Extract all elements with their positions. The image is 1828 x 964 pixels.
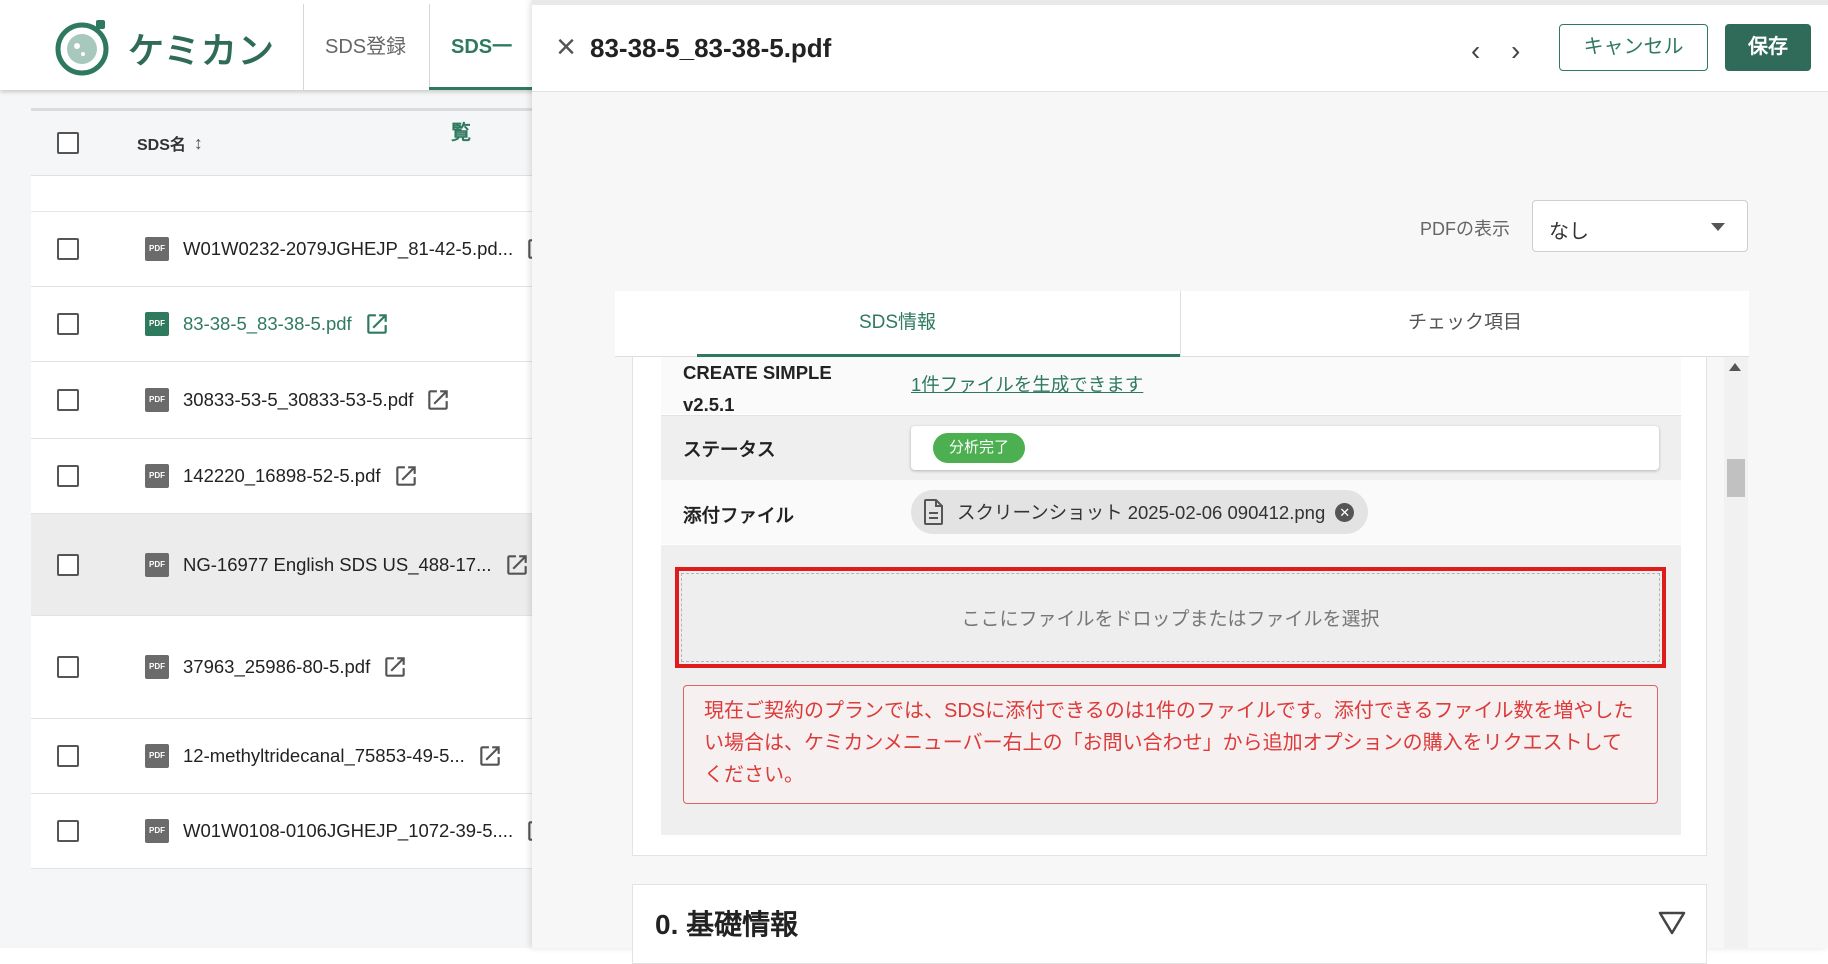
open-external-icon[interactable] [364,311,390,337]
pdf-file-icon: PDF [145,655,169,679]
file-name[interactable]: 37963_25986-80-5.pdf [183,656,370,678]
column-header-label: SDS名 [137,137,186,154]
table-row[interactable]: PDF NG-16977 English SDS US_488-17... [31,514,532,616]
file-name[interactable]: W01W0108-0106JGHEJP_1072-39-5.... [183,820,513,842]
pdf-file-icon: PDF [145,388,169,412]
logo[interactable]: ケミカン [52,18,275,78]
create-simple-row: CREATE SIMPLE v2.5.1 1件ファイルを生成できます [661,357,1681,415]
dropzone-text: ここにファイルをドロップまたはファイルを選択 [961,609,1380,630]
scrollbar[interactable] [1724,357,1748,948]
pdf-file-icon: PDF [145,552,169,577]
table-row[interactable]: PDF 30833-53-5_30833-53-5.pdf [31,362,532,439]
logo-mark-icon [55,20,109,76]
file-name[interactable]: 30833-53-5_30833-53-5.pdf [183,389,413,411]
status-label: ステータス [683,439,776,460]
table-row[interactable]: PDF 142220_16898-52-5.pdf [31,439,532,514]
row-checkbox[interactable] [57,238,79,260]
status-row: ステータス 分析完了 [661,415,1681,481]
expand-triangle-icon[interactable] [1658,911,1686,935]
attached-file-chip[interactable]: スクリーンショット 2025-02-06 090412.png ✕ [911,490,1369,534]
close-icon[interactable]: × [550,30,582,64]
status-field[interactable]: 分析完了 [911,426,1659,470]
table-row[interactable]: PDF 37963_25986-80-5.pdf [31,616,532,719]
row-checkbox[interactable] [57,465,79,487]
sort-icon[interactable]: ↕ [194,133,203,154]
open-external-icon[interactable] [525,236,532,262]
row-checkbox[interactable] [57,656,79,678]
open-external-icon[interactable] [504,552,530,578]
upload-area: ここにファイルをドロップまたはファイルを選択 現在ご契約のプランでは、SDSに添… [661,545,1681,835]
caret-down-icon [1711,223,1725,231]
detail-tabs: SDS情報 チェック項目 [615,291,1749,357]
remove-file-icon[interactable]: ✕ [1335,502,1355,522]
sds-list-area: SDS名 ↕ PDF W01W0232-2079JGHEJP_81-42-5.p… [0,90,532,948]
pdf-file-icon: PDF [145,744,169,768]
section-title: 0. 基礎情報 [655,909,799,940]
open-external-icon[interactable] [477,743,503,769]
create-simple-link[interactable]: 1件ファイルを生成できます [911,371,1143,397]
pdf-display-value: なし [1549,221,1589,243]
file-name[interactable]: 12-methyltridecanal_75853-49-5... [183,745,465,767]
pdf-display-label: PDFの表示 [1420,219,1510,239]
pdf-file-icon: PDF [145,237,169,261]
open-external-icon[interactable] [393,463,419,489]
active-tab-indicator [697,354,1180,357]
chevron-left-icon[interactable]: ‹ [1471,35,1480,67]
sds-detail-drawer: × 83-38-5_83-38-5.pdf ‹ › キャンセル 保存 PDFの表… [532,0,1828,964]
create-simple-label-line: CREATE SIMPLE [683,362,832,383]
attachment-label: 添付ファイル [683,505,795,526]
file-name[interactable]: NG-16977 English SDS US_488-17... [183,554,492,576]
tab-check-items[interactable]: チェック項目 [1181,291,1749,357]
attached-file-name: スクリーンショット 2025-02-06 090412.png [957,502,1326,523]
chevron-right-icon[interactable]: › [1511,35,1520,67]
pdf-display-select[interactable]: なし [1532,200,1748,252]
nav-tab-sds-register[interactable]: SDS登録 [303,4,428,90]
pdf-file-icon: PDF [145,464,169,488]
row-checkbox[interactable] [57,389,79,411]
drawer-header: × 83-38-5_83-38-5.pdf ‹ › キャンセル 保存 [532,0,1828,92]
file-dropzone[interactable]: ここにファイルをドロップまたはファイルを選択 [675,567,1666,668]
table-row[interactable]: PDF W01W0108-0106JGHEJP_1072-39-5.... [31,794,532,869]
pdf-file-icon: PDF [145,312,169,336]
sds-info-card: CREATE SIMPLE v2.5.1 1件ファイルを生成できます ステータス… [632,357,1707,856]
open-external-icon[interactable] [425,387,451,413]
row-checkbox[interactable] [57,820,79,842]
drawer-title: 83-38-5_83-38-5.pdf [590,33,832,63]
save-button[interactable]: 保存 [1725,24,1811,71]
file-name[interactable]: 83-38-5_83-38-5.pdf [183,313,352,335]
select-all-checkbox[interactable] [57,132,79,154]
open-external-icon[interactable] [525,818,532,844]
row-checkbox[interactable] [57,745,79,767]
sds-table: SDS名 ↕ PDF W01W0232-2079JGHEJP_81-42-5.p… [31,108,532,869]
row-checkbox[interactable] [57,313,79,335]
file-name[interactable]: W01W0232-2079JGHEJP_81-42-5.pd... [183,238,513,260]
table-row[interactable]: PDF W01W0232-2079JGHEJP_81-42-5.pd... [31,212,532,287]
table-row[interactable]: PDF 12-methyltridecanal_75853-49-5... [31,719,532,794]
table-row[interactable]: PDF 83-38-5_83-38-5.pdf [31,287,532,362]
logo-text: ケミカン [128,30,275,71]
tab-sds-info[interactable]: SDS情報 [615,291,1180,357]
column-header-sds-name[interactable]: SDS名 ↕ [137,131,203,155]
attachment-limit-notice: 現在ご契約のプランでは、SDSに添付できるのは1件のファイルです。添付できるファ… [683,685,1658,804]
nav-tab-sds-list[interactable]: SDS一覧 [429,4,540,144]
open-external-icon[interactable] [382,654,408,680]
attachment-row: 添付ファイル スクリーンショット 2025-02-06 090412.png ✕ [661,480,1681,544]
pdf-file-icon: PDF [145,819,169,843]
file-name[interactable]: 142220_16898-52-5.pdf [183,465,381,487]
document-icon [924,499,943,525]
table-row-spacer [31,176,532,212]
scroll-up-arrow-icon[interactable] [1729,363,1741,371]
app-header: ケミカン SDS登録 SDS一覧 [0,0,540,144]
create-simple-label: CREATE SIMPLE v2.5.1 [683,357,832,421]
status-badge: 分析完了 [933,433,1026,463]
basic-info-section[interactable]: 0. 基礎情報 [632,884,1707,964]
cancel-button[interactable]: キャンセル [1559,24,1708,71]
row-checkbox[interactable] [57,553,79,576]
scrollbar-thumb[interactable] [1727,459,1745,497]
